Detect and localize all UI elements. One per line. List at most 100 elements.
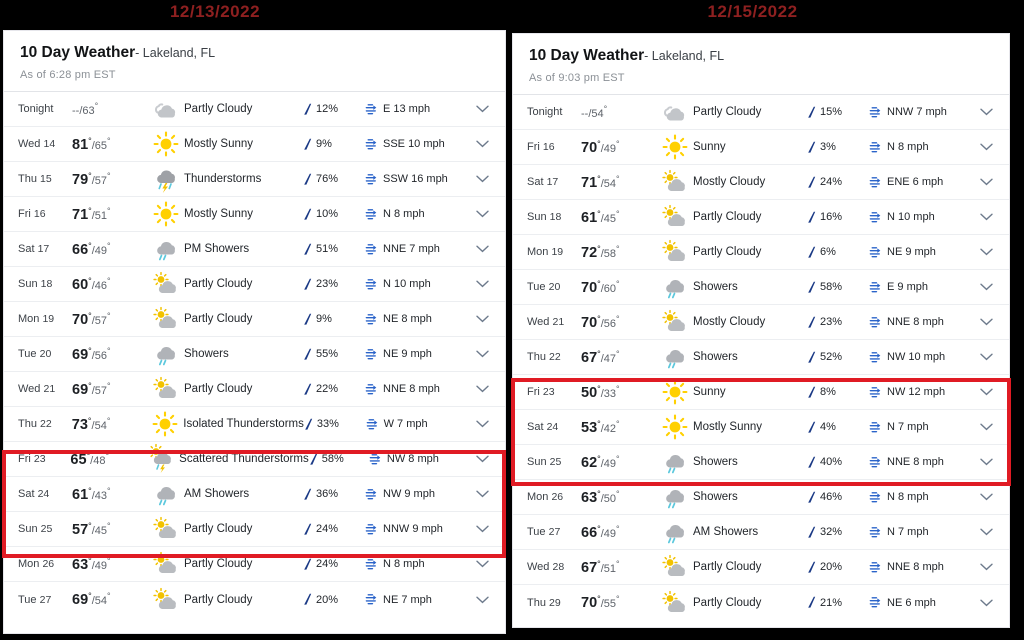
forecast-row[interactable]: Sat 17 66°/49° PM Showers 51% NNE 7 mph	[4, 232, 505, 268]
row-day-label: Sat 17	[527, 176, 559, 189]
forecast-row[interactable]: Thu 22 67°/47° Showers 52% NW 10 mph	[513, 340, 1009, 376]
wind-value: NNW 7 mph	[887, 106, 947, 119]
forecast-row[interactable]: Wed 28 67°/51° Partly Cloudy 20% NNE 8 mph	[513, 550, 1009, 586]
row-temperature: 70°/49°	[581, 138, 620, 156]
forecast-row[interactable]: Tue 27 66°/49° AM Showers 32% N 7 mph	[513, 515, 1009, 551]
wind-icon	[365, 173, 378, 186]
forecast-row[interactable]: Fri 23 65°/48° Scattered Thunderstorms 58% N…	[4, 442, 505, 478]
expand-row-chevron-down-icon[interactable]	[465, 105, 499, 113]
wind-value: NNE 8 mph	[887, 561, 944, 574]
expand-row-chevron-down-icon[interactable]	[969, 563, 1003, 571]
forecast-row[interactable]: Thu 15 79°/57° Thunderstorms 76% SSW 16 mph	[4, 162, 505, 198]
forecast-row[interactable]: Mon 26 63°/49° Partly Cloudy 24% N 8 mph	[4, 547, 505, 583]
expand-row-chevron-down-icon[interactable]	[465, 525, 499, 533]
forecast-row[interactable]: Sun 18 61°/45° Partly Cloudy 16% N 10 mph	[513, 200, 1009, 236]
wind-value: E 9 mph	[887, 281, 928, 294]
forecast-row[interactable]: Thu 29 70°/55° Partly Cloudy 21% NE 6 mph	[513, 585, 1009, 620]
showers-icon	[657, 342, 693, 372]
expand-row-chevron-down-icon[interactable]	[969, 493, 1003, 501]
forecast-row[interactable]: Thu 22 73°/54° Isolated Thunderstorms 33% W …	[4, 407, 505, 443]
precipitation-value: 22%	[316, 383, 339, 396]
forecast-row[interactable]: Sat 24 61°/43° AM Showers 36% NW 9 mph	[4, 477, 505, 513]
precipitation-value: 9%	[316, 313, 332, 326]
expand-row-chevron-down-icon[interactable]	[465, 385, 499, 393]
row-wind: N 8 mph	[869, 141, 969, 154]
sun-cloud-icon	[148, 516, 184, 542]
expand-row-chevron-down-icon[interactable]	[465, 490, 499, 498]
sun-icon	[147, 411, 183, 437]
expand-row-chevron-down-icon[interactable]	[466, 455, 499, 463]
left-date-caption: 12/13/2022	[169, 2, 261, 21]
forecast-row[interactable]: Tue 20 69°/56° Showers 55% NE 9 mph	[4, 337, 505, 373]
wind-value: NW 9 mph	[383, 488, 435, 501]
forecast-row[interactable]: Fri 16 71°/51° Mostly Sunny 10% N 8 mph	[4, 197, 505, 233]
forecast-row[interactable]: Wed 21 70°/56° Mostly Cloudy 23% NNE 8 mph	[513, 305, 1009, 341]
precipitation-value: 20%	[316, 593, 339, 606]
expand-row-chevron-down-icon[interactable]	[465, 315, 499, 323]
expand-row-chevron-down-icon[interactable]	[969, 178, 1003, 186]
forecast-row[interactable]: Mon 19 70°/57° Partly Cloudy 9% NE 8 mph	[4, 302, 505, 338]
precipitation-value: 24%	[820, 176, 843, 189]
row-temperature: 50°/33°	[581, 383, 620, 401]
wind-value: N 8 mph	[383, 558, 425, 571]
wind-icon	[869, 281, 882, 294]
row-precipitation: 36%	[303, 488, 365, 501]
forecast-row[interactable]: Wed 14 81°/65° Mostly Sunny 9% SSE 10 mph	[4, 127, 505, 163]
forecast-row[interactable]: Fri 23 50°/33° Sunny 8% NW 12 mph	[513, 375, 1009, 411]
row-day-label: Fri 16	[18, 208, 46, 221]
expand-row-chevron-down-icon[interactable]	[465, 560, 499, 568]
row-wind: N 10 mph	[365, 278, 465, 291]
expand-row-chevron-down-icon[interactable]	[969, 213, 1003, 221]
expand-row-chevron-down-icon[interactable]	[969, 423, 1003, 431]
wind-icon	[365, 138, 378, 151]
forecast-row[interactable]: Sun 18 60°/46° Partly Cloudy 23% N 10 mph	[4, 267, 505, 303]
expand-row-chevron-down-icon[interactable]	[465, 140, 499, 148]
forecast-row[interactable]: Sun 25 62°/49° Showers 40% NNE 8 mph	[513, 445, 1009, 481]
expand-row-chevron-down-icon[interactable]	[969, 528, 1003, 536]
expand-row-chevron-down-icon[interactable]	[969, 458, 1003, 466]
sun-icon	[657, 414, 693, 440]
expand-row-chevron-down-icon[interactable]	[969, 318, 1003, 326]
forecast-row[interactable]: Tue 27 69°/54° Partly Cloudy 20% NE 7 mph	[4, 582, 505, 617]
forecast-row[interactable]: Tue 20 70°/60° Showers 58% E 9 mph	[513, 270, 1009, 306]
wind-icon	[365, 593, 378, 606]
expand-row-chevron-down-icon[interactable]	[465, 175, 499, 183]
precipitation-icon	[303, 313, 312, 326]
right-weather-panel: 10 Day Weather- Lakeland, FL As of 9:03 …	[512, 33, 1010, 628]
forecast-row[interactable]: Tonight --/54° Partly Cloudy 15% NNW 7 mph	[513, 95, 1009, 131]
forecast-row[interactable]: Fri 16 70°/49° Sunny 3% N 8 mph	[513, 130, 1009, 166]
row-precipitation: 20%	[303, 593, 365, 606]
row-temperature: 71°/54°	[581, 173, 620, 191]
row-temperature: 72°/58°	[581, 243, 620, 261]
expand-row-chevron-down-icon[interactable]	[465, 245, 499, 253]
sun-cloud-icon	[657, 169, 693, 195]
expand-row-chevron-down-icon[interactable]	[465, 210, 499, 218]
forecast-row[interactable]: Mon 19 72°/58° Partly Cloudy 6% NE 9 mph	[513, 235, 1009, 271]
expand-row-chevron-down-icon[interactable]	[969, 283, 1003, 291]
forecast-row[interactable]: Sun 25 57°/45° Partly Cloudy 24% NNW 9 mph	[4, 512, 505, 548]
expand-row-chevron-down-icon[interactable]	[969, 599, 1003, 607]
expand-row-chevron-down-icon[interactable]	[969, 248, 1003, 256]
expand-row-chevron-down-icon[interactable]	[969, 108, 1003, 116]
wind-icon	[365, 313, 378, 326]
forecast-row[interactable]: Wed 21 69°/57° Partly Cloudy 22% NNE 8 mph	[4, 372, 505, 408]
showers-icon	[657, 517, 693, 547]
row-precipitation: 23%	[303, 278, 365, 291]
wind-value: SSW 16 mph	[383, 173, 448, 186]
expand-row-chevron-down-icon[interactable]	[465, 420, 499, 428]
forecast-row[interactable]: Tonight --/63° Partly Cloudy 12% E 13 mph	[4, 92, 505, 128]
expand-row-chevron-down-icon[interactable]	[465, 350, 499, 358]
expand-row-chevron-down-icon[interactable]	[465, 280, 499, 288]
forecast-row[interactable]: Mon 26 63°/50° Showers 46% N 8 mph	[513, 480, 1009, 516]
expand-row-chevron-down-icon[interactable]	[969, 388, 1003, 396]
sun-thunderstorm-icon	[144, 443, 179, 475]
expand-row-chevron-down-icon[interactable]	[969, 353, 1003, 361]
expand-row-chevron-down-icon[interactable]	[465, 596, 499, 604]
precipitation-value: 32%	[820, 526, 843, 539]
row-condition-label: Partly Cloudy	[184, 278, 253, 291]
row-wind: N 7 mph	[869, 421, 969, 434]
forecast-row[interactable]: Sat 24 53°/42° Mostly Sunny 4% N 7 mph	[513, 410, 1009, 446]
row-condition-label: Showers	[693, 351, 738, 364]
expand-row-chevron-down-icon[interactable]	[969, 143, 1003, 151]
forecast-row[interactable]: Sat 17 71°/54° Mostly Cloudy 24% ENE 6 mph	[513, 165, 1009, 201]
